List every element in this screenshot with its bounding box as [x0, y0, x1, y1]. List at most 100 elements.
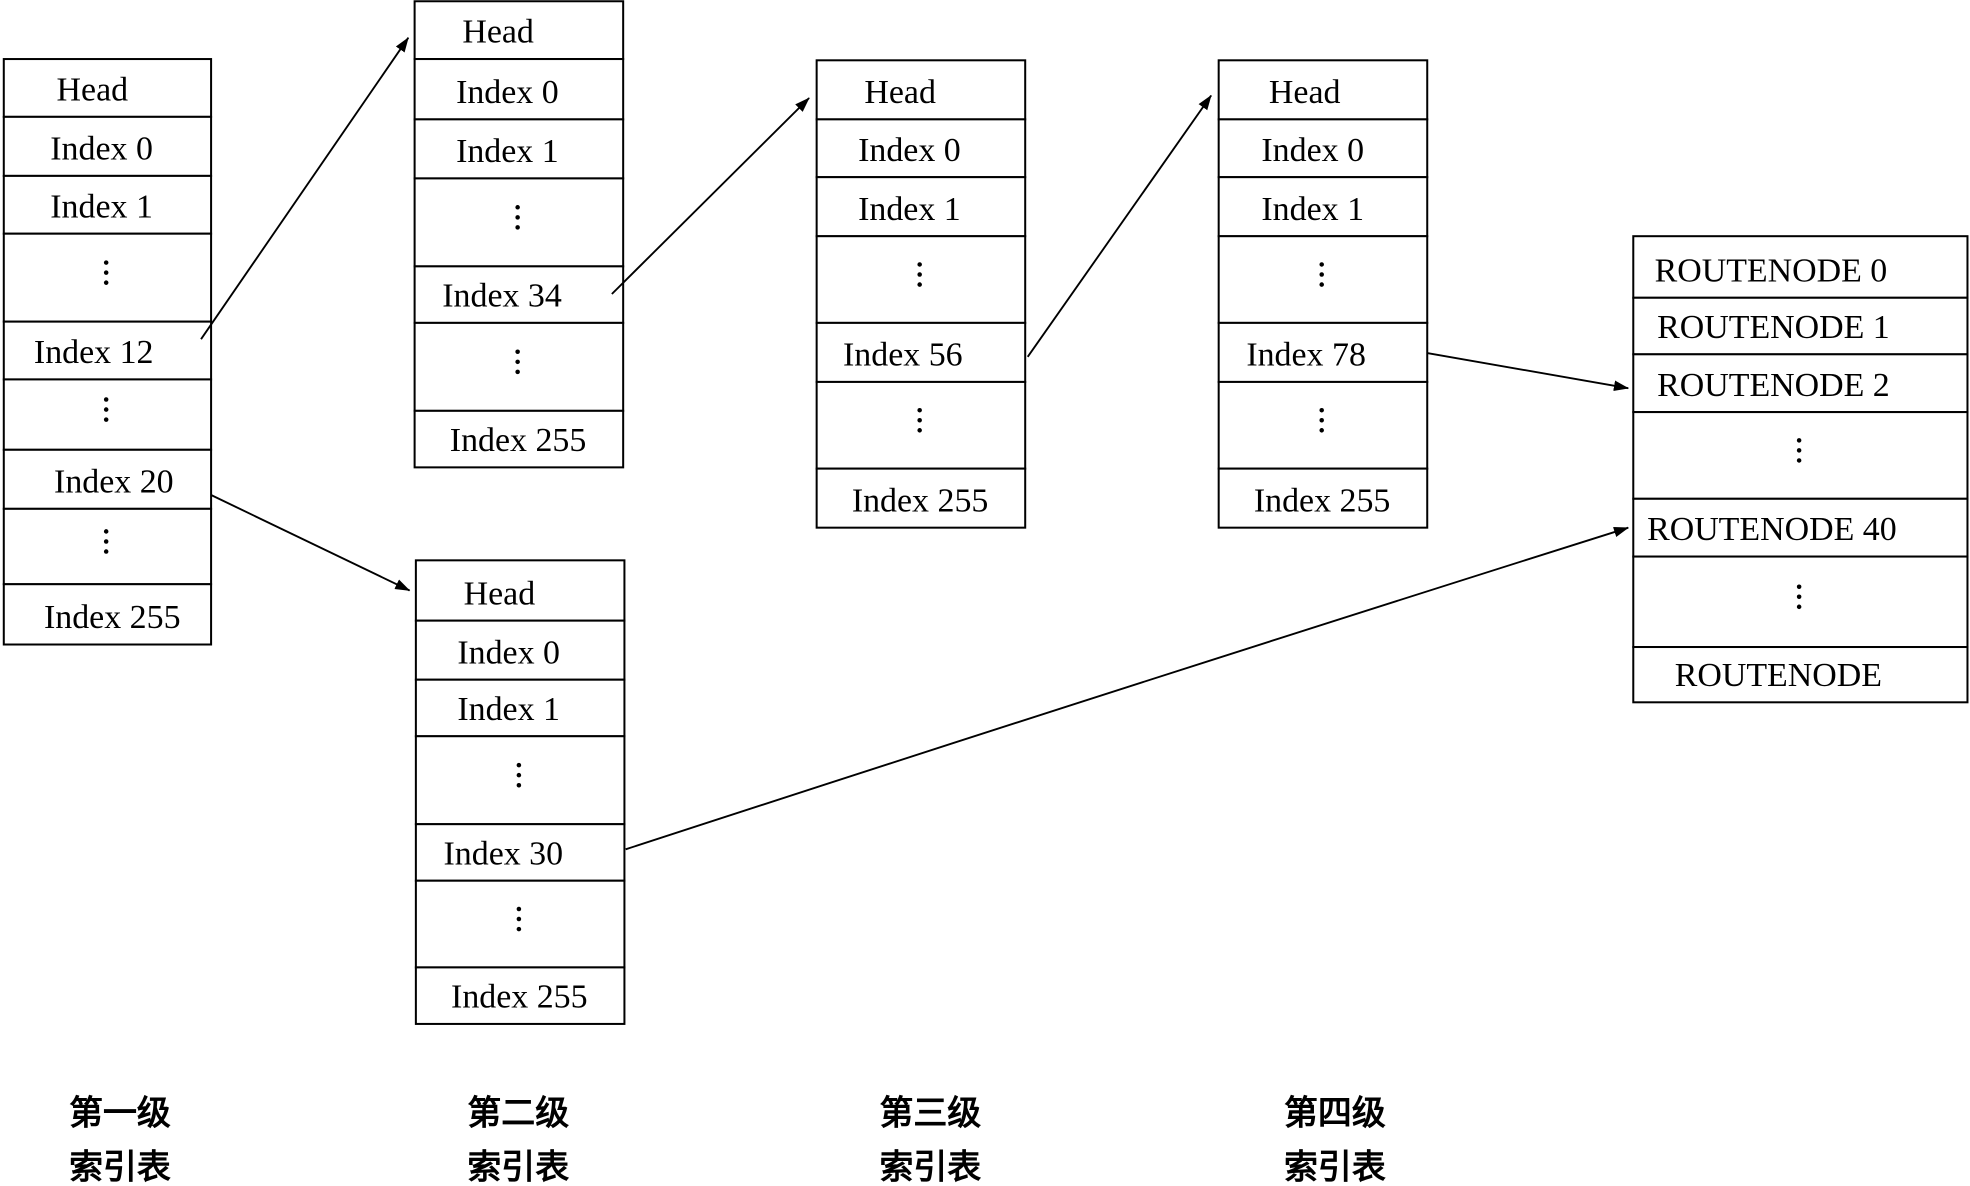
- pointer-arrow: [1427, 352, 1629, 391]
- row-label: Head: [864, 74, 936, 111]
- row-label: Index 255: [1254, 482, 1391, 519]
- ellipsis-dot: [1796, 584, 1802, 589]
- ellipsis-dot: [515, 349, 520, 355]
- ellipsis-row: [1632, 411, 1969, 500]
- row-label: Index 78: [1246, 337, 1366, 374]
- ellipsis-dot: [103, 280, 109, 285]
- row-label: Index 0: [457, 634, 560, 671]
- ellipsis-dot: [103, 549, 109, 554]
- ellipsis-dot: [515, 359, 520, 365]
- ellipsis-dot: [1796, 438, 1802, 443]
- ellipsis-dot: [1319, 428, 1324, 433]
- ellipsis-dot: [1319, 407, 1324, 413]
- ellipsis-dot: [1796, 448, 1802, 453]
- table-cell: [413, 321, 625, 412]
- row-label: Index 1: [1261, 191, 1364, 228]
- pointer-arrow: [1026, 94, 1212, 358]
- ellipsis-dot: [917, 282, 922, 287]
- index-table-diagram: Head Index 0 Index 1 Index 12 Index 20 Index …: [2, 0, 1969, 1186]
- row-label: ROUTENODE: [1675, 657, 1882, 694]
- table-cell: [815, 235, 1027, 324]
- table-row: ROUTENODE 2: [1632, 353, 1969, 414]
- ellipsis-row: [2, 378, 213, 451]
- table-row: ROUTENODE 0: [1632, 235, 1969, 299]
- ellipsis-dot: [515, 205, 520, 210]
- table-row: Index 255: [413, 409, 625, 469]
- ellipsis-dot: [1796, 594, 1802, 600]
- level-caption-line2: 索引表: [1284, 1147, 1386, 1186]
- level-caption-line1: 第四级: [1284, 1093, 1386, 1132]
- ellipsis-dot: [917, 407, 922, 413]
- ellipsis-row: [1217, 380, 1429, 470]
- ellipsis-dot: [1319, 282, 1324, 287]
- ellipsis-row: [414, 735, 626, 826]
- table-cell: [1217, 380, 1429, 470]
- ellipsis-dot: [1319, 417, 1324, 423]
- row-label: Index 0: [50, 131, 153, 168]
- row-label: Head: [464, 575, 536, 612]
- table-cell: [815, 380, 1027, 470]
- ellipsis-dot: [917, 417, 922, 423]
- row-label: Head: [462, 14, 534, 51]
- ellipsis-dot: [1796, 458, 1802, 463]
- row-label: Index 20: [54, 463, 174, 500]
- table-cell: [2, 507, 213, 586]
- table-cell: [413, 177, 625, 268]
- table-row: Index 1: [414, 678, 626, 738]
- ellipsis-dot: [917, 262, 922, 267]
- ellipsis-dot: [1796, 604, 1802, 610]
- row-label: Index 1: [456, 133, 559, 170]
- table-level3: Head Index 0 Index 1 Index 56 Index 255: [815, 59, 1027, 529]
- row-label: Index 0: [456, 74, 559, 111]
- ellipsis-row: [2, 232, 213, 323]
- row-label: Index 255: [852, 482, 989, 519]
- table-level1: Head Index 0 Index 1 Index 12 Index 20 Index …: [2, 58, 213, 646]
- row-label: Index 34: [442, 278, 562, 315]
- row-label: Index 1: [50, 188, 153, 225]
- table-row: Head: [815, 59, 1027, 121]
- table-row: Index 1: [1217, 176, 1429, 238]
- table-level4: Head Index 0 Index 1 Index 78 Index 255: [1217, 59, 1429, 529]
- ellipsis-dot: [516, 926, 522, 932]
- row-label: Index 255: [451, 979, 588, 1016]
- ellipsis-dot: [516, 916, 522, 922]
- ellipsis-dot: [103, 260, 109, 265]
- row-label: Index 30: [444, 835, 564, 872]
- level-caption-line1: 第二级: [467, 1093, 569, 1132]
- ellipsis-dot: [103, 529, 109, 534]
- ellipsis-dot: [516, 762, 522, 768]
- ellipsis-dot: [103, 397, 109, 402]
- row-label: Index 0: [1261, 132, 1364, 169]
- ellipsis-dot: [515, 225, 520, 230]
- level-caption-line2: 索引表: [69, 1147, 171, 1186]
- table-row: Index 255: [2, 583, 213, 646]
- level-caption-line2: 索引表: [467, 1147, 569, 1186]
- table-row: Index 78: [1217, 321, 1429, 383]
- table-cell: [2, 232, 213, 323]
- table-row: Index 0: [2, 115, 213, 177]
- table-cell: [1632, 411, 1969, 500]
- row-label: Index 56: [843, 337, 963, 374]
- table-level2b: Head Index 0 Index 1 Index 30 Index 255: [414, 559, 626, 1025]
- table-row: Head: [2, 58, 213, 118]
- level-caption-line1: 第一级: [69, 1093, 171, 1132]
- pointer-arrow: [611, 97, 810, 295]
- level-caption-line2: 索引表: [879, 1147, 981, 1186]
- table-row: Index 30: [414, 823, 626, 882]
- table-row: Index 0: [414, 619, 626, 681]
- table-row: Index 20: [2, 448, 213, 510]
- ellipsis-row: [2, 507, 213, 586]
- ellipsis-dot: [515, 369, 520, 375]
- ellipsis-row: [1632, 555, 1969, 649]
- row-label: Index 1: [858, 191, 961, 228]
- table-row: ROUTENODE 40: [1632, 497, 1969, 558]
- table-row: Index 0: [815, 118, 1027, 179]
- row-label: ROUTENODE 1: [1657, 309, 1890, 346]
- table-row: Head: [1217, 59, 1429, 121]
- table-row: ROUTENODE 1: [1632, 296, 1969, 356]
- ellipsis-dot: [1319, 272, 1324, 277]
- ellipsis-dot: [1319, 262, 1324, 267]
- table-level2a: Head Index 0 Index 1 Index 34 Index 255: [413, 0, 625, 469]
- row-label: Head: [57, 72, 129, 109]
- table-row: Index 255: [1217, 467, 1429, 529]
